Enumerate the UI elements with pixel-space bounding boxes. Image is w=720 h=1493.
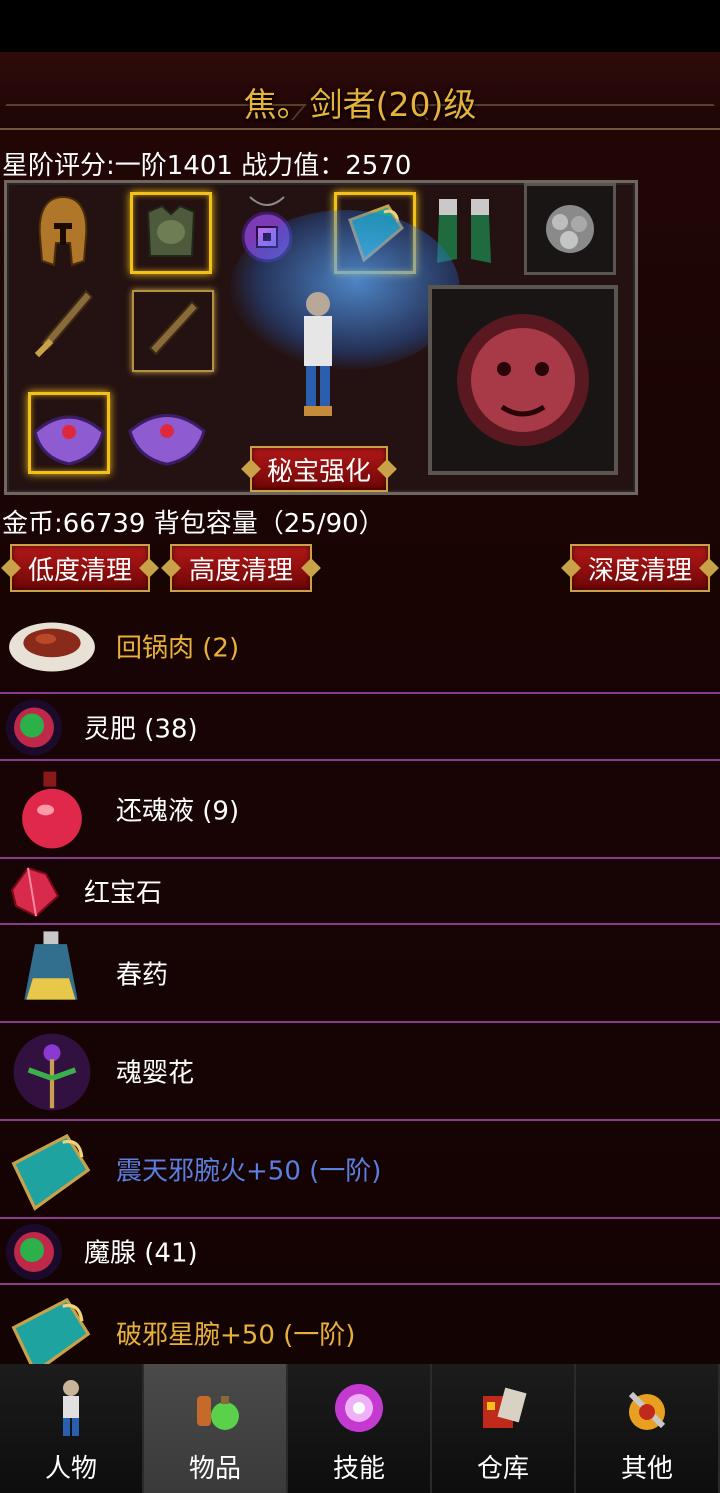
stone-beads-icon <box>546 205 594 253</box>
tab-label: 技能 <box>332 1454 385 1484</box>
ruby-icon <box>2 859 66 925</box>
accessory-slot[interactable] <box>524 183 616 275</box>
offhand-weapon-slot[interactable] <box>132 290 214 372</box>
other-icon <box>628 1391 666 1430</box>
tiger-icon <box>457 314 589 446</box>
crown-ring-icon <box>128 413 206 466</box>
braised-pork-icon <box>2 600 102 694</box>
character-title: 焦。剑者(20)级 <box>243 85 477 124</box>
inventory-item-row[interactable]: 春药 <box>0 925 720 1023</box>
item-name: 红宝石 <box>84 878 163 909</box>
gold-and-bag-capacity: 金币:66739 背包容量（25/90） <box>2 509 385 539</box>
inventory-item-row[interactable]: 灵肥 (38) <box>0 694 720 761</box>
armor-icon <box>146 204 196 257</box>
tab-label: 物品 <box>188 1454 241 1484</box>
item-name: 还魂液 (9) <box>116 796 240 827</box>
rating-and-power: 星阶评分:一阶1401 战力值：2570 <box>2 151 412 181</box>
mount-slot[interactable] <box>428 285 618 475</box>
sword-icon <box>34 289 94 358</box>
item-name: 春药 <box>116 960 169 991</box>
bracer-icon <box>2 1121 102 1219</box>
treasure-enhance-button[interactable]: 秘宝强化 <box>250 446 388 492</box>
character-avatar <box>304 292 332 416</box>
skills-icon <box>335 1384 383 1432</box>
green-orb-icon <box>2 1219 66 1285</box>
sword-icon <box>148 300 200 356</box>
low-clean-button[interactable]: 低度清理 <box>10 544 150 592</box>
crown-ring-icon <box>33 415 105 466</box>
inventory-item-row[interactable]: 魔腺 (41) <box>0 1219 720 1285</box>
item-name: 魂婴花 <box>116 1058 195 1089</box>
ring-slot-right[interactable] <box>126 392 208 474</box>
tab-label: 其他 <box>620 1454 673 1484</box>
dragon-aura-effect <box>230 210 460 370</box>
items-icon <box>197 1396 239 1430</box>
flower-icon <box>2 1023 102 1121</box>
green-orb-icon <box>2 694 66 761</box>
armor-slot[interactable] <box>130 192 212 274</box>
inventory-item-row[interactable]: 魂婴花 <box>0 1023 720 1121</box>
tab-warehouse[interactable]: 仓库 <box>432 1364 576 1493</box>
warehouse-icon <box>483 1387 527 1428</box>
item-name: 灵肥 (38) <box>84 714 198 744</box>
item-name: 破邪星腕+50 (一阶) <box>116 1320 356 1351</box>
ring-slot-left[interactable] <box>28 392 110 474</box>
bottom-tab-bar: 人物 物品 技能 仓库 其他 <box>0 1364 720 1493</box>
weapon-slot[interactable] <box>22 286 104 368</box>
tab-items[interactable]: 物品 <box>144 1364 288 1493</box>
helmet-slot[interactable] <box>22 190 104 272</box>
item-name: 魔腺 (41) <box>84 1238 198 1269</box>
tab-other[interactable]: 其他 <box>576 1364 720 1493</box>
bottle-icon <box>2 925 102 1023</box>
tab-label: 人物 <box>44 1454 97 1484</box>
character-icon <box>63 1380 79 1436</box>
inventory-item-row[interactable]: 震天邪腕火+50 (一阶) <box>0 1121 720 1219</box>
deep-clean-button[interactable]: 深度清理 <box>570 544 710 592</box>
status-bar <box>0 0 720 52</box>
inventory-item-row[interactable]: 还魂液 (9) <box>0 761 720 859</box>
red-potion-icon <box>2 761 102 859</box>
tab-label: 仓库 <box>476 1454 529 1484</box>
high-clean-button[interactable]: 高度清理 <box>170 544 312 592</box>
helmet-icon <box>38 195 88 267</box>
item-name: 回锅肉 (2) <box>116 633 240 664</box>
inventory-item-row[interactable]: 回锅肉 (2) <box>0 600 720 694</box>
tab-skills[interactable]: 技能 <box>288 1364 432 1493</box>
item-name: 震天邪腕火+50 (一阶) <box>116 1156 382 1187</box>
tab-character[interactable]: 人物 <box>0 1364 144 1493</box>
inventory-item-row[interactable]: 红宝石 <box>0 859 720 925</box>
